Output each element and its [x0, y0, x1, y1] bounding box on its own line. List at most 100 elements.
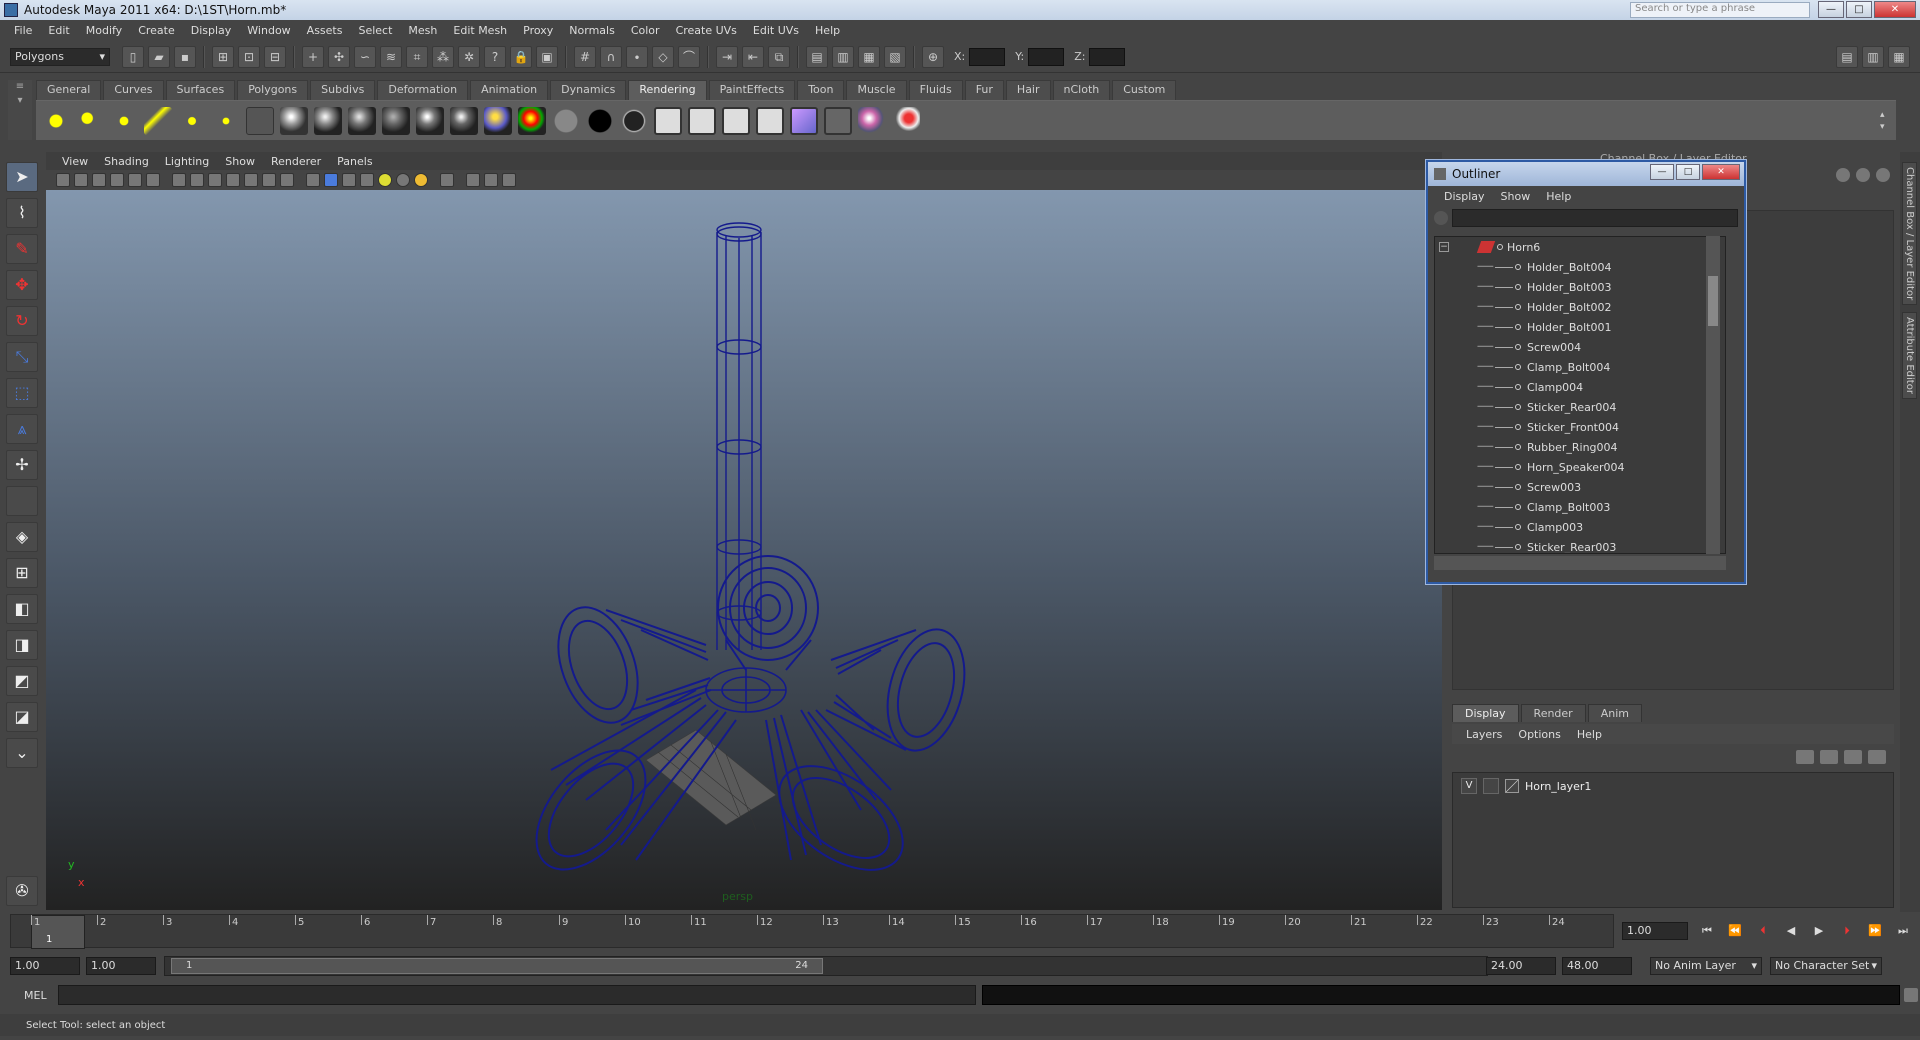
textured-icon[interactable] [360, 173, 374, 187]
tree-row[interactable]: ⸺ Holder_Bolt001 [1435, 317, 1725, 337]
xray-icon[interactable] [466, 173, 480, 187]
play-forwards-icon[interactable]: ▶ [1808, 922, 1830, 940]
tree-row[interactable]: ⸺ Clamp_Bolt003 [1435, 497, 1725, 517]
z-field[interactable] [1089, 47, 1126, 66]
anisotropic-shader-icon[interactable] [314, 106, 342, 135]
shelf-tab-surfaces[interactable]: Surfaces [165, 80, 236, 100]
persp-hypershade-layout-icon[interactable]: ◩ [6, 666, 38, 696]
camera-icon[interactable] [246, 106, 274, 135]
default-lighting-icon[interactable] [414, 173, 428, 187]
tree-row[interactable]: ⸺ Sticker_Rear003 [1435, 537, 1725, 554]
menu-normals[interactable]: Normals [561, 24, 623, 37]
gate-mask-icon[interactable] [226, 173, 240, 187]
shelf-tab-muscle[interactable]: Muscle [846, 80, 907, 100]
make-live-icon[interactable]: ⌒ [678, 45, 700, 68]
animation-end-field[interactable]: 48.00 [1562, 957, 1632, 975]
outliner-minimize-button[interactable]: — [1650, 164, 1674, 180]
anim-layer-dropdown[interactable]: No Anim Layer [1650, 957, 1762, 975]
select-camera-icon[interactable] [56, 173, 70, 187]
spot-light-icon[interactable] [144, 106, 172, 135]
lambert-shader-icon[interactable] [382, 106, 410, 135]
side-tab-attribute-editor[interactable]: Attribute Editor [1902, 312, 1917, 399]
vp-menu-view[interactable]: View [54, 155, 96, 168]
layer-tab-anim[interactable]: Anim [1587, 704, 1642, 722]
shelf-tab-animation[interactable]: Animation [470, 80, 549, 100]
volume-light-icon[interactable] [212, 106, 240, 135]
select-component-icon[interactable]: ⊟ [264, 45, 286, 68]
close-button[interactable]: ✕ [1874, 1, 1916, 18]
menu-modify[interactable]: Modify [78, 24, 130, 37]
layer-menu-options[interactable]: Options [1510, 728, 1568, 741]
shelf-tab-curves[interactable]: Curves [103, 80, 164, 100]
shelf-tab-dynamics[interactable]: Dynamics [550, 80, 627, 100]
range-slider-track[interactable]: 1 24 [164, 956, 1488, 976]
vp-menu-show[interactable]: Show [217, 155, 263, 168]
hypershade-icon[interactable] [756, 106, 784, 135]
menu-help[interactable]: Help [807, 24, 848, 37]
select-object-icon[interactable]: ⊡ [238, 45, 260, 68]
outliner-filter-input[interactable] [1452, 209, 1738, 227]
channel-box-toggle-icon[interactable] [1836, 168, 1850, 182]
outliner-menu-show[interactable]: Show [1493, 190, 1539, 203]
phong-e-shader-icon[interactable] [450, 106, 478, 135]
menu-create[interactable]: Create [130, 24, 183, 37]
layer-visibility-toggle[interactable]: V [1461, 778, 1477, 794]
select-tool-icon[interactable]: ➤ [6, 162, 38, 192]
outliner-close-button[interactable]: ✕ [1702, 164, 1740, 180]
show-attribute-editor-icon[interactable]: ▤ [1836, 45, 1858, 68]
paint-select-tool-icon[interactable]: ✎ [6, 234, 38, 264]
surface-shader-icon[interactable] [586, 106, 614, 135]
isolate-select-icon[interactable] [440, 173, 454, 187]
menu-color[interactable]: Color [623, 24, 668, 37]
render-settings-shelf-icon[interactable] [722, 106, 750, 135]
quick-layout-icon[interactable]: ✇ [6, 876, 38, 906]
vp-menu-lighting[interactable]: Lighting [157, 155, 217, 168]
directional-light-icon[interactable] [76, 106, 104, 135]
step-back-key-icon[interactable]: ⏪ [1724, 922, 1746, 940]
ipr-render-shelf-icon[interactable] [688, 106, 716, 135]
show-channel-box-icon[interactable]: ▦ [1888, 45, 1910, 68]
render-region-icon[interactable] [824, 106, 852, 135]
shading-map-icon[interactable] [552, 106, 580, 135]
collapse-toggle-icon[interactable]: − [1439, 242, 1449, 252]
persp-outliner-layout-icon[interactable]: ◧ [6, 594, 38, 624]
layer-menu-layers[interactable]: Layers [1458, 728, 1510, 741]
move-layer-down-icon[interactable] [1820, 750, 1838, 764]
character-set-dropdown[interactable]: No Character Set [1770, 957, 1882, 975]
history-output-icon[interactable]: ⇤ [742, 45, 764, 68]
layer-color-swatch[interactable] [1505, 779, 1519, 793]
vp-menu-shading[interactable]: Shading [96, 155, 157, 168]
layer-row[interactable]: V Horn_layer1 [1461, 777, 1591, 795]
select-handles-icon[interactable]: + [302, 45, 324, 68]
menu-select[interactable]: Select [350, 24, 400, 37]
menu-edit[interactable]: Edit [40, 24, 77, 37]
current-time-field[interactable]: 1.00 [1622, 922, 1688, 940]
shelf-tab-polygons[interactable]: Polygons [237, 80, 309, 100]
scale-tool-icon[interactable]: ⤡ [6, 342, 38, 372]
layer-menu-help[interactable]: Help [1569, 728, 1610, 741]
history-input-icon[interactable]: ⇥ [716, 45, 738, 68]
command-language-toggle[interactable]: MEL [0, 989, 58, 1002]
create-empty-layer-icon[interactable] [1844, 750, 1862, 764]
tree-row[interactable]: ⸺ Horn_Speaker004 [1435, 457, 1725, 477]
persp-graph-layout-icon[interactable]: ◨ [6, 630, 38, 660]
step-back-frame-icon[interactable]: ⏴ [1752, 922, 1774, 940]
ambient-light-icon[interactable] [42, 106, 70, 135]
last-tool-icon[interactable] [6, 486, 38, 516]
select-joints-icon[interactable]: ✣ [328, 45, 350, 68]
phong-shader-icon[interactable] [416, 106, 444, 135]
shelf-tab-ncloth[interactable]: nCloth [1052, 80, 1111, 100]
save-scene-icon[interactable]: ▪ [174, 45, 196, 68]
area-light-icon[interactable] [178, 106, 206, 135]
select-surfaces-icon[interactable]: ≋ [380, 45, 402, 68]
camera-attributes-icon[interactable] [74, 173, 88, 187]
menu-edit-uvs[interactable]: Edit UVs [745, 24, 807, 37]
point-light-icon[interactable] [110, 106, 138, 135]
menu-file[interactable]: File [6, 24, 40, 37]
select-dynamics-icon[interactable]: ⁂ [432, 45, 454, 68]
tree-row[interactable]: ⸺ Clamp_Bolt004 [1435, 357, 1725, 377]
shelf-tab-hair[interactable]: Hair [1005, 80, 1051, 100]
lock-selection-icon[interactable]: 🔒 [510, 45, 532, 68]
go-to-start-icon[interactable]: ⏮ [1696, 922, 1718, 940]
channel-box-settings-icon[interactable] [1856, 168, 1870, 182]
